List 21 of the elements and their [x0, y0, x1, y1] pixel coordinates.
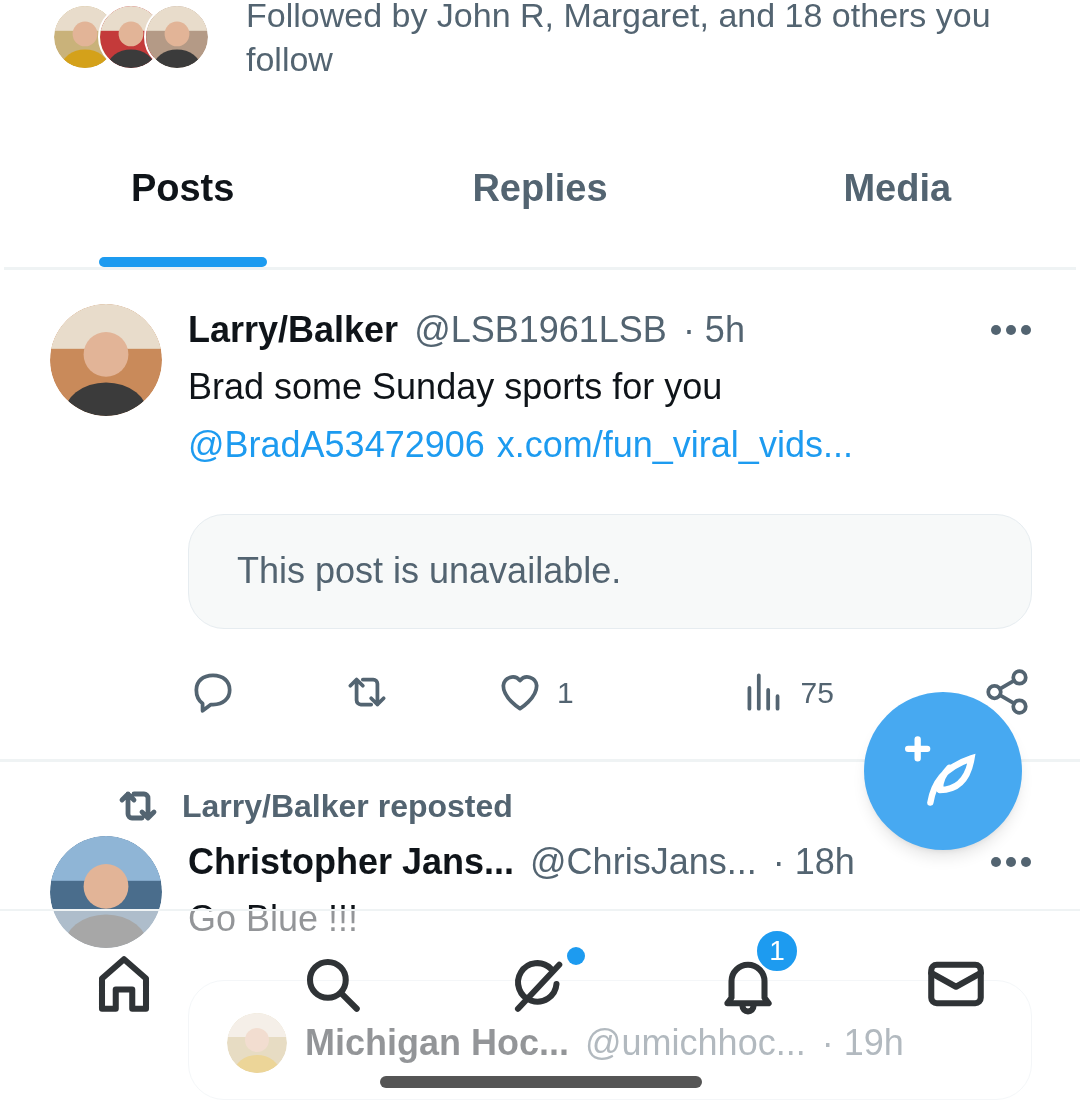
repost-label: Larry/Balker reposted	[182, 787, 513, 826]
profile-tab[interactable]: Media	[718, 147, 1076, 267]
author-handle: @ChrisJans...	[530, 840, 757, 884]
quote-handle: @umichhoc...	[585, 1021, 806, 1065]
like-count: 1	[557, 674, 574, 711]
unavailable-text: This post is unavailable.	[237, 550, 622, 591]
post-time: · 5h	[682, 308, 745, 352]
author-handle: @LSB1961LSB	[414, 308, 667, 352]
post-time: · 18h	[772, 840, 855, 884]
author-name[interactable]: Christopher Jans...	[188, 835, 515, 889]
profile-tab[interactable]: Replies	[361, 147, 719, 267]
followed-by-text: Followed by John R, Margaret, and 18 others you follow	[246, 0, 992, 80]
post-text: Brad some Sunday sports for you	[188, 365, 724, 409]
notification-badge: 1	[755, 929, 799, 973]
more-icon[interactable]	[990, 324, 1032, 336]
author-name[interactable]: Larry/Balker	[188, 303, 399, 357]
quote-author: Michigan Hoc...	[305, 1021, 570, 1065]
more-icon[interactable]	[990, 856, 1032, 868]
quote-time: · 19h	[821, 1021, 904, 1065]
profile-tab[interactable]: Posts	[4, 147, 362, 267]
view-count: 75	[800, 674, 834, 711]
